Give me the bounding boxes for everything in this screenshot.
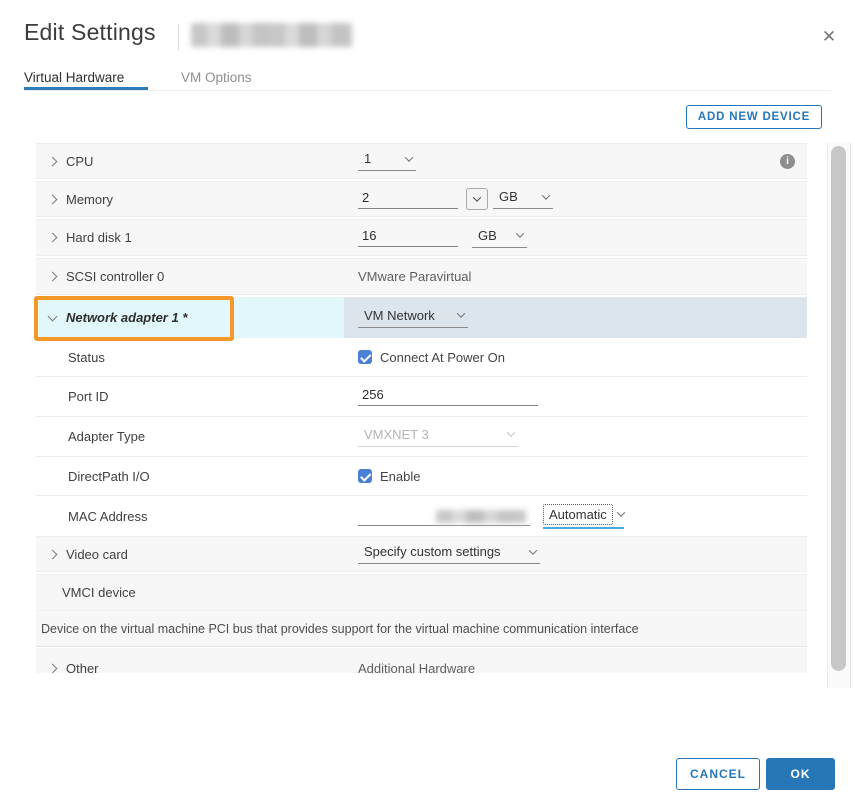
- close-icon[interactable]: ✕: [816, 24, 842, 50]
- hardware-list: CPU 1 i Memory 2 GB Hard disk 1 16: [36, 143, 807, 673]
- adapter-type-select: VMXNET 3: [358, 427, 518, 447]
- row-label: Memory: [66, 192, 113, 207]
- connect-at-power-on-checkbox[interactable]: [358, 350, 372, 364]
- video-settings-select[interactable]: Specify custom settings: [358, 544, 540, 564]
- chevron-down-icon: [457, 309, 465, 317]
- memory-unit-value: GB: [499, 189, 518, 204]
- mac-mode-select[interactable]: Automatic: [543, 504, 624, 529]
- title-divider: [178, 24, 179, 50]
- checkbox-label: Connect At Power On: [380, 350, 505, 365]
- ok-button[interactable]: OK: [766, 758, 835, 790]
- info-icon[interactable]: i: [780, 154, 795, 169]
- port-id-input[interactable]: 256: [358, 387, 538, 406]
- row-label: Video card: [66, 547, 128, 562]
- network-value: VM Network: [364, 308, 435, 323]
- chevron-right-icon[interactable]: [48, 663, 58, 673]
- cpu-count-value: 1: [364, 151, 371, 166]
- chevron-down-icon: [542, 191, 550, 199]
- row-label: Other: [66, 661, 99, 674]
- memory-dropdown-button[interactable]: [466, 188, 488, 210]
- tab-virtual-hardware[interactable]: Virtual Hardware: [24, 70, 124, 85]
- chevron-right-icon[interactable]: [48, 194, 58, 204]
- row-label: VMCI device: [62, 585, 136, 600]
- scsi-type-value: VMware Paravirtual: [358, 269, 471, 284]
- chevron-right-icon[interactable]: [48, 156, 58, 166]
- video-settings-value: Specify custom settings: [364, 544, 501, 559]
- row-label: Adapter Type: [68, 429, 145, 444]
- chevron-right-icon[interactable]: [48, 272, 58, 282]
- disk-unit-value: GB: [478, 228, 497, 243]
- row-port-id: Port ID 256: [36, 376, 807, 416]
- row-memory[interactable]: Memory 2 GB: [36, 181, 807, 217]
- memory-size-input[interactable]: 2: [358, 190, 458, 209]
- chevron-down-icon: [507, 428, 515, 436]
- page-title: Edit Settings: [24, 19, 156, 46]
- chevron-down-icon: [516, 229, 524, 237]
- disk-unit-select[interactable]: GB: [472, 228, 527, 248]
- row-adapter-type: Adapter Type VMXNET 3: [36, 416, 807, 456]
- row-label: Hard disk 1: [66, 230, 132, 245]
- tab-vm-options[interactable]: VM Options: [181, 70, 252, 85]
- mac-address-redacted: [436, 510, 526, 523]
- row-mac-address: MAC Address Automatic: [36, 495, 807, 536]
- row-vmci-device: VMCI device: [36, 574, 807, 610]
- row-network-adapter[interactable]: Network adapter 1 * VM Network: [36, 297, 807, 338]
- row-directpath-io: DirectPath I/O Enable: [36, 456, 807, 495]
- row-label: Status: [68, 350, 105, 365]
- cpu-count-select[interactable]: 1: [358, 151, 416, 171]
- network-select[interactable]: VM Network: [358, 308, 468, 328]
- chevron-down-icon: [473, 193, 481, 201]
- chevron-down-icon: [529, 546, 537, 554]
- adapter-type-value: VMXNET 3: [364, 427, 429, 442]
- directpath-enable-checkbox[interactable]: [358, 469, 372, 483]
- vmci-description: Device on the virtual machine PCI bus th…: [41, 622, 639, 636]
- row-vmci-description: Device on the virtual machine PCI bus th…: [36, 610, 807, 647]
- tab-baseline: [24, 90, 831, 91]
- row-label: MAC Address: [68, 509, 147, 524]
- row-video-card[interactable]: Video card Specify custom settings: [36, 536, 807, 572]
- row-cpu[interactable]: CPU 1 i: [36, 143, 807, 179]
- vm-name-redacted: [191, 23, 352, 47]
- row-label: Network adapter 1 *: [66, 310, 187, 325]
- row-label: DirectPath I/O: [68, 469, 150, 484]
- memory-unit-select[interactable]: GB: [493, 189, 553, 209]
- cancel-button[interactable]: CANCEL: [676, 758, 760, 790]
- row-hard-disk[interactable]: Hard disk 1 16 GB: [36, 219, 807, 256]
- row-label: SCSI controller 0: [66, 269, 164, 284]
- row-label: CPU: [66, 154, 93, 169]
- mac-mode-value: Automatic: [543, 504, 613, 525]
- chevron-right-icon[interactable]: [48, 549, 58, 559]
- row-other[interactable]: Other Additional Hardware: [36, 648, 807, 673]
- row-scsi-controller[interactable]: SCSI controller 0 VMware Paravirtual: [36, 258, 807, 295]
- checkbox-label: Enable: [380, 469, 420, 484]
- other-value: Additional Hardware: [358, 661, 475, 674]
- add-new-device-button[interactable]: ADD NEW DEVICE: [686, 105, 822, 129]
- disk-size-input[interactable]: 16: [358, 228, 458, 247]
- chevron-down-icon: [405, 153, 413, 161]
- scrollbar-thumb[interactable]: [831, 146, 846, 671]
- row-label: Port ID: [68, 389, 108, 404]
- chevron-right-icon[interactable]: [48, 233, 58, 243]
- chevron-down-icon: [617, 508, 625, 516]
- row-status: Status Connect At Power On: [36, 338, 807, 376]
- mac-address-input[interactable]: [358, 506, 530, 526]
